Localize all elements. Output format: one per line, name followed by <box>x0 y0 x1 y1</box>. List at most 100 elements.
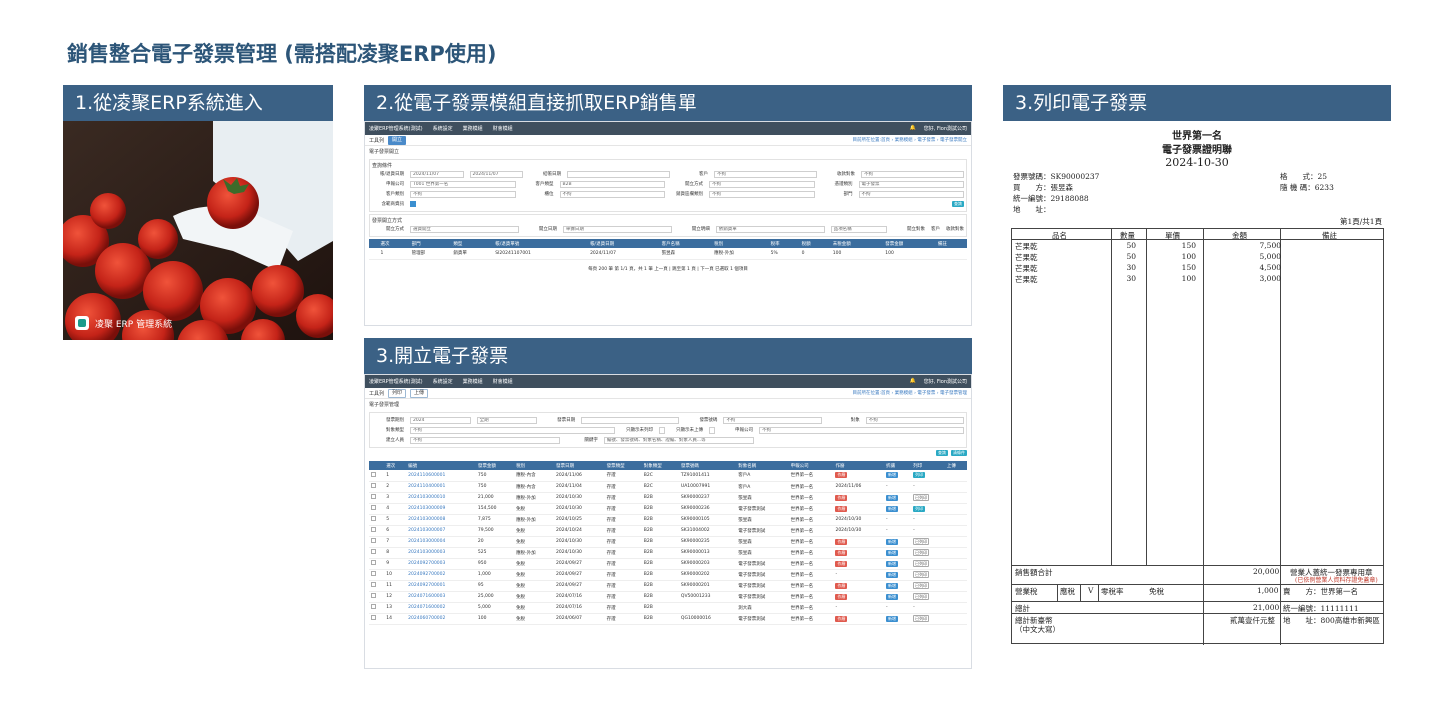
allowance-button[interactable]: 新增 <box>886 615 899 622</box>
printed-button[interactable]: 已列印 <box>913 560 930 567</box>
print-row-button[interactable]: 列印 <box>913 472 926 479</box>
row-checkbox[interactable] <box>369 492 385 504</box>
table-header[interactable]: 發票金額 <box>475 461 515 470</box>
allowance-button[interactable]: 新增 <box>886 505 899 512</box>
period-year-select[interactable]: 2024 <box>410 416 471 424</box>
table-cell[interactable]: 2024092700002 <box>406 569 476 581</box>
row-checkbox[interactable] <box>369 602 385 614</box>
table-header[interactable]: 發票金額 <box>883 239 936 248</box>
table-header[interactable] <box>369 239 379 248</box>
row-checkbox[interactable] <box>369 591 385 603</box>
print-row-button[interactable]: 列印 <box>913 505 926 512</box>
table-cell[interactable]: 2024103000008 <box>406 514 476 526</box>
table-row[interactable]: 8 2024103000003 525 應稅-外加 2024/10/30 存證 B2B SK9… <box>369 547 967 559</box>
table-cell[interactable]: 2024110600001 <box>406 470 476 482</box>
table-header[interactable]: 稅別 <box>514 461 554 470</box>
printed-button[interactable]: 已列印 <box>913 615 930 622</box>
table-row[interactable]: 6 2024103000007 79,500 免稅 2024/10/24 存證 B2B SK3… <box>369 525 967 537</box>
table-header[interactable]: 未稅金額 <box>830 239 884 248</box>
keyword-input[interactable]: 編號、發票號碼、對象名稱、證編、對象人員...等 <box>603 436 754 444</box>
issue-method-select[interactable]: 選貨開立 <box>410 225 519 233</box>
row-checkbox[interactable] <box>369 470 385 482</box>
table-row[interactable]: 10 2024092700002 1,000 免稅 2024/09/27 存證 B2B SK9… <box>369 569 967 581</box>
issue-detail-select[interactable]: 依銷貨單 <box>715 225 825 233</box>
void-button[interactable]: 作廢 <box>835 494 848 501</box>
table-row[interactable]: 7 2024103000004 20 免稅 2024/10/30 存證 B2B SK90000… <box>369 536 967 548</box>
printed-button[interactable]: 已列印 <box>913 582 930 589</box>
allowance-button[interactable]: 新增 <box>886 582 899 589</box>
void-button[interactable]: 作廢 <box>835 538 848 545</box>
printed-button[interactable]: 已列印 <box>913 571 930 578</box>
target-customer-radio[interactable]: 客戶 <box>931 226 940 232</box>
invoice-no-input[interactable]: 不拘 <box>723 416 822 424</box>
clear-button[interactable]: 清條件 <box>951 450 967 456</box>
upload-button[interactable]: 上傳 <box>410 388 429 398</box>
target-input[interactable]: 不拘 <box>865 416 964 424</box>
table-row[interactable]: 3 2024103000010 21,000 應稅-外加 2024/10/30 存證 B2B… <box>369 492 967 504</box>
unuploaded-checkbox[interactable] <box>709 426 715 434</box>
printed-button[interactable]: 已列印 <box>913 549 930 556</box>
allowance-button[interactable]: 新增 <box>886 593 899 600</box>
table-row[interactable]: 5 2024103000008 7,875 應稅-外加 2024/10/25 存證 B2B S… <box>369 514 967 526</box>
row-checkbox[interactable] <box>369 547 385 559</box>
table-header[interactable]: 發票號碼 <box>678 461 737 470</box>
table-cell[interactable]: 2024103000004 <box>406 536 476 548</box>
void-button[interactable]: 作廢 <box>835 560 848 567</box>
allowance-button[interactable]: 新增 <box>886 560 899 567</box>
table-cell[interactable]: 2024071600003 <box>406 591 476 603</box>
voucher-type-select[interactable]: 電子發票 <box>858 180 964 188</box>
table-header[interactable]: 作廢 <box>833 461 885 470</box>
table-header[interactable]: 客戶名稱 <box>659 239 713 248</box>
customer-input[interactable]: 不拘 <box>714 170 817 178</box>
menu-business-2[interactable]: 業務模組 <box>463 378 483 385</box>
table-header[interactable] <box>369 461 385 470</box>
item-name-select[interactable]: 品項名稱 <box>830 225 887 233</box>
breadcrumb-2[interactable]: 目前所在位置:首頁 › 業務模組 › 電子發票 › 電子發票管理 <box>853 390 968 396</box>
table-row[interactable]: 1 管理部 銷貨單 SI20241107001 2024/11/07 張昱森 應稅-外加 5%… <box>369 248 967 260</box>
allowance-button[interactable]: 新增 <box>886 538 899 545</box>
counter-select[interactable]: 不拘 <box>559 190 665 198</box>
row-checkbox[interactable] <box>369 558 385 570</box>
table-row[interactable]: 4 2024103000009 154,500 免稅 2024/10/30 存證 B2B SK… <box>369 503 967 515</box>
table-header[interactable]: 上傳 <box>944 461 967 470</box>
table-cell[interactable]: 2024103000010 <box>406 492 476 504</box>
bell-icon[interactable]: 🔔 <box>909 125 915 132</box>
include-checkbox[interactable] <box>410 201 416 207</box>
menu-finance[interactable]: 財會模組 <box>493 125 513 132</box>
table-cell[interactable]: 2024103000009 <box>406 503 476 515</box>
table-header[interactable]: 發票類型 <box>604 461 642 470</box>
allowance-button[interactable]: 新增 <box>886 549 899 556</box>
table-header[interactable]: 帳/退貨日期 <box>588 239 660 248</box>
row-checkbox[interactable] <box>369 481 385 493</box>
table-row[interactable]: 9 2024092700003 950 免稅 2024/09/27 存證 B2B SK9000… <box>369 558 967 570</box>
printed-button[interactable]: 已列印 <box>913 538 930 545</box>
issue-button[interactable]: 開立 <box>388 135 407 145</box>
sales-area-select[interactable]: 不拘 <box>709 190 815 198</box>
table-cell[interactable]: 2024103000007 <box>406 525 476 537</box>
table-header[interactable]: 列印 <box>911 461 945 470</box>
creator-select[interactable]: 不拘 <box>410 436 560 444</box>
target-payee-radio[interactable]: 收款對象 <box>946 226 964 232</box>
query-button[interactable]: 查詢 <box>952 201 964 207</box>
table-cell[interactable]: 2024071600002 <box>406 602 476 614</box>
table-header[interactable]: 對象類型 <box>641 461 679 470</box>
company-select[interactable]: T001 世界第一名 <box>410 180 516 188</box>
table-cell[interactable]: 2024103000003 <box>406 547 476 559</box>
table-cell[interactable]: 2024110400001 <box>406 481 476 493</box>
user-menu[interactable]: 您好, Fion測試公司 <box>924 125 967 132</box>
table-header[interactable]: 對象名稱 <box>736 461 789 470</box>
table-cell[interactable]: 2024092700003 <box>406 558 476 570</box>
menu-business[interactable]: 業務模組 <box>463 125 483 132</box>
table-header[interactable]: 稅額 <box>799 239 831 248</box>
void-button[interactable]: 作廢 <box>835 549 848 556</box>
table-header[interactable]: 申報公司 <box>788 461 834 470</box>
payee-input[interactable]: 不拘 <box>861 170 964 178</box>
table-row[interactable]: 14 2024060700002 100 免稅 2024/06/07 存證 B2B QG100… <box>369 613 967 625</box>
customer-class-select[interactable]: 不拘 <box>410 190 516 198</box>
row-checkbox[interactable] <box>369 569 385 581</box>
void-button[interactable]: 作廢 <box>835 472 848 479</box>
void-button[interactable]: 作廢 <box>835 593 848 600</box>
table-header[interactable]: 選次 <box>378 239 410 248</box>
table-row[interactable]: 2 2024110400001 750 應稅-內含 2024/11/04 存證 B2C UA1… <box>369 481 967 493</box>
table-header[interactable]: 折讓 <box>884 461 912 470</box>
